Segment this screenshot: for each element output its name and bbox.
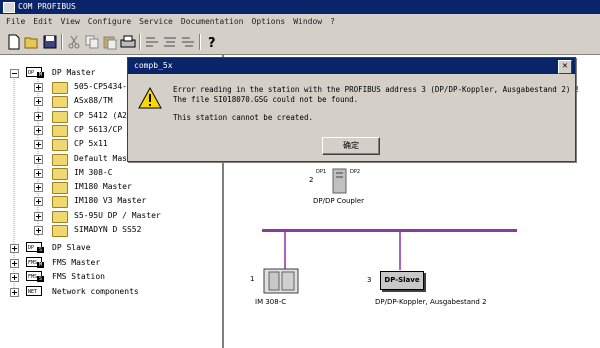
dp-slave-box[interactable]: DP-Slave — [380, 271, 424, 290]
toolbar: ? — [0, 30, 600, 55]
toolbar-separator — [199, 34, 201, 50]
menu-options[interactable]: Options — [248, 14, 290, 30]
profibus-line — [262, 229, 517, 232]
folder-icon — [52, 167, 68, 180]
dp-slave-icon: DP S — [26, 242, 44, 253]
tool1-icon[interactable] — [144, 34, 160, 50]
menu-help[interactable]: ? — [326, 14, 339, 30]
warning-icon — [138, 86, 162, 109]
expand-icon[interactable] — [34, 226, 43, 235]
station1-number: 1 — [250, 275, 255, 283]
folder-icon — [52, 196, 68, 209]
menu-configure[interactable]: Configure — [84, 14, 135, 30]
dp-master-icon: DP M — [26, 67, 44, 78]
coupler-device-icon[interactable]: DP1 DP2 — [316, 165, 366, 195]
menu-edit[interactable]: Edit — [29, 14, 56, 30]
station3-number: 3 — [367, 276, 372, 284]
print-icon[interactable] — [120, 34, 136, 50]
open-icon[interactable] — [24, 34, 40, 50]
dialog-title: compb_5x — [134, 61, 173, 70]
folder-icon — [52, 225, 68, 237]
close-button[interactable]: ✕ — [558, 60, 572, 74]
menu-file[interactable]: File — [0, 14, 29, 30]
menu-service[interactable]: Service — [135, 14, 177, 30]
menu-view[interactable]: View — [57, 14, 84, 30]
folder-icon — [52, 139, 68, 152]
error-message-line3: This station cannot be created. — [173, 113, 313, 122]
tool2-icon[interactable] — [162, 34, 178, 50]
im308c-device-icon[interactable] — [263, 268, 303, 296]
copy-icon[interactable] — [84, 34, 100, 50]
folder-icon — [52, 96, 68, 109]
fms-master-icon: FMS M — [26, 257, 44, 268]
error-message-line2: The file SI018070.GSG could not be found… — [173, 95, 359, 104]
expand-icon[interactable] — [34, 111, 43, 121]
folder-icon — [52, 82, 68, 94]
expand-icon[interactable] — [34, 97, 43, 107]
coupler-number: 2 — [309, 176, 314, 184]
expand-icon[interactable] — [10, 259, 19, 268]
app-title: COM PROFIBUS — [18, 2, 76, 11]
close-icon: ✕ — [562, 61, 568, 71]
ok-button[interactable]: 确定 — [322, 137, 380, 155]
menu-window[interactable]: Window — [289, 14, 326, 30]
expand-icon[interactable] — [34, 197, 43, 207]
app-icon — [3, 2, 15, 13]
collapse-icon[interactable] — [10, 69, 19, 78]
expand-icon[interactable] — [34, 83, 43, 92]
expand-icon[interactable] — [34, 140, 43, 150]
expand-icon[interactable] — [34, 125, 43, 135]
folder-icon — [52, 110, 68, 123]
expand-icon[interactable] — [34, 168, 43, 178]
expand-icon[interactable] — [10, 273, 19, 282]
bus-drop-3 — [399, 232, 401, 270]
bus-drop-1 — [284, 232, 286, 270]
dialog-titlebar: compb_5x ✕ — [128, 58, 575, 74]
toolbar-separator — [61, 34, 63, 50]
folder-icon — [52, 153, 68, 166]
app-titlebar: COM PROFIBUS — [0, 0, 600, 14]
coupler-label: DP/DP Coupler — [313, 197, 364, 205]
toolbar-separator — [139, 34, 141, 50]
svg-text:?: ? — [208, 36, 216, 50]
svg-text:DP2: DP2 — [350, 169, 360, 175]
folder-icon — [52, 182, 68, 195]
error-dialog: compb_5x ✕ Error reading in the station … — [127, 57, 580, 162]
expand-icon[interactable] — [10, 244, 19, 253]
expand-icon[interactable] — [10, 288, 19, 297]
new-icon[interactable] — [6, 34, 22, 50]
folder-icon — [52, 124, 68, 137]
paste-icon[interactable] — [102, 34, 118, 50]
expand-icon[interactable] — [34, 211, 43, 221]
menu-bar: File Edit View Configure Service Documentatio… — [0, 14, 600, 30]
svg-text:DP1: DP1 — [316, 169, 326, 175]
folder-icon — [52, 210, 68, 223]
fms-station-icon: FMS S — [26, 271, 44, 282]
network-icon: NET — [26, 286, 42, 296]
expand-icon[interactable] — [34, 183, 43, 193]
error-message-line1: Error reading in the station with the PR… — [173, 85, 580, 94]
cut-icon[interactable] — [66, 34, 82, 50]
station1-label: IM 308-C — [255, 298, 287, 306]
help-icon[interactable]: ? — [204, 34, 220, 50]
menu-documentation[interactable]: Documentation — [177, 14, 248, 30]
tool3-icon[interactable] — [180, 34, 196, 50]
expand-icon[interactable] — [34, 154, 43, 164]
save-icon[interactable] — [42, 34, 58, 50]
station3-label: DP/DP-Koppler, Ausgabestand 2 — [375, 298, 487, 306]
